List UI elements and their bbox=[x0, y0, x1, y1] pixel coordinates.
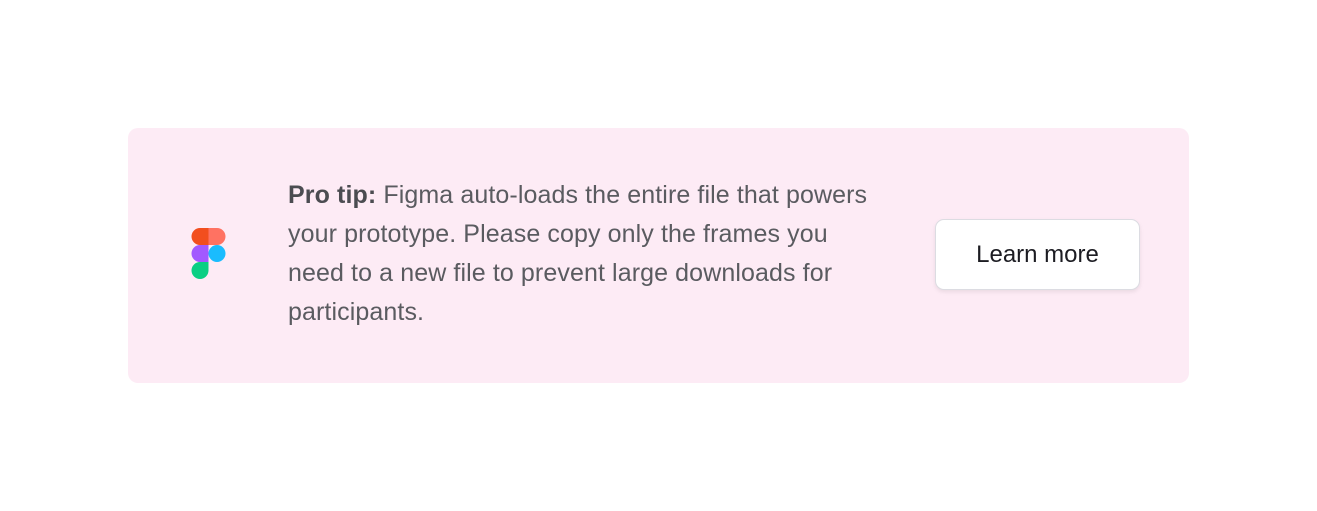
pro-tip-label: Pro tip: bbox=[288, 181, 377, 209]
pro-tip-banner: Pro tip: Figma auto-loads the entire fil… bbox=[128, 128, 1189, 383]
figma-logo-icon bbox=[191, 228, 226, 279]
pro-tip-message: Pro tip: Figma auto-loads the entire fil… bbox=[288, 176, 868, 332]
learn-more-button[interactable]: Learn more bbox=[935, 219, 1140, 290]
